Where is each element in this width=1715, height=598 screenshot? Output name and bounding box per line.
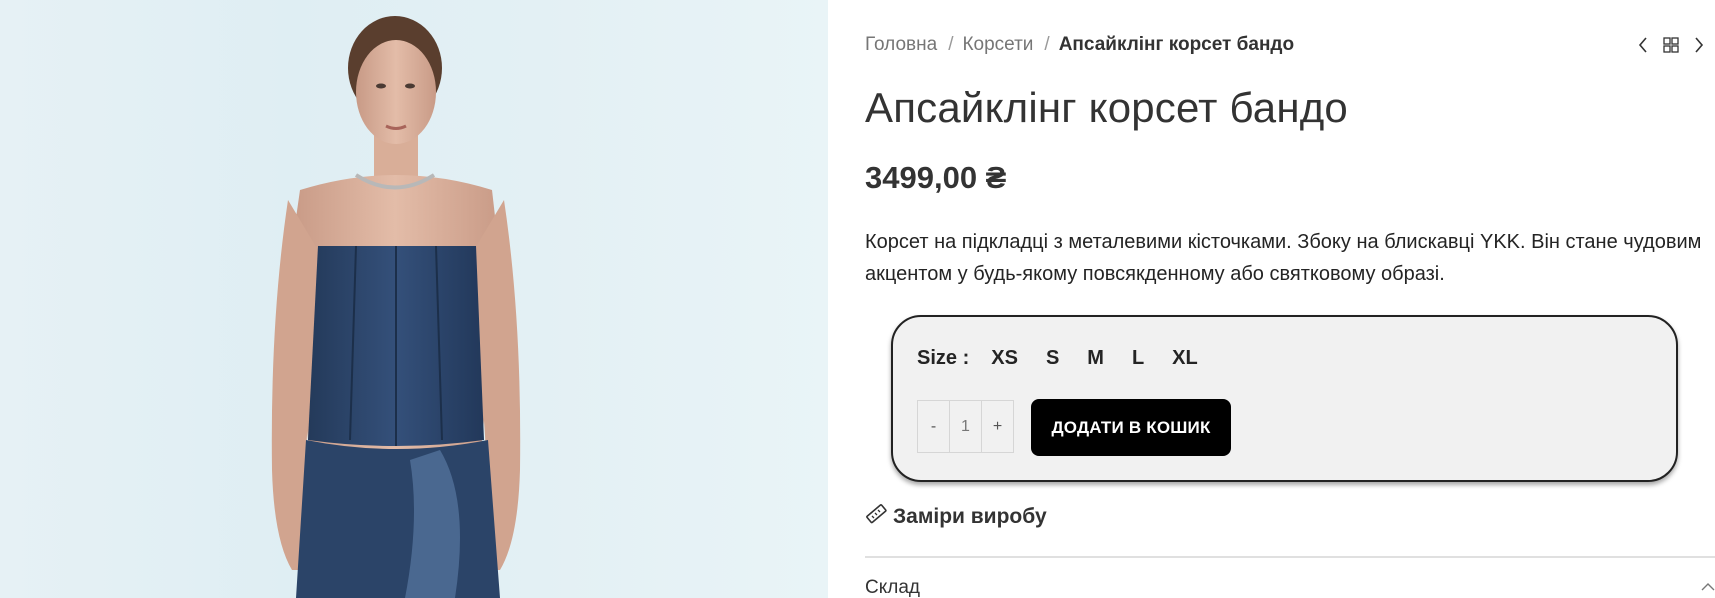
- breadcrumb-category-link[interactable]: Корсети: [962, 34, 1033, 56]
- ruler-icon: [865, 503, 887, 530]
- product-summary: Головна / Корсети / Апсайклінг корсет ба…: [865, 0, 1715, 598]
- measurements-link[interactable]: Заміри виробу: [865, 503, 1047, 530]
- quantity-input[interactable]: 1: [949, 401, 982, 452]
- add-to-cart-button[interactable]: ДОДАТИ В КОШИК: [1031, 399, 1231, 456]
- breadcrumb-home-link[interactable]: Головна: [865, 34, 937, 56]
- size-label: Size :: [917, 347, 970, 369]
- divider: [865, 556, 1715, 558]
- quantity-decrease-button[interactable]: -: [918, 401, 949, 452]
- size-option-xs[interactable]: XS: [991, 347, 1018, 370]
- product-navigation: [1635, 36, 1707, 54]
- size-option-m[interactable]: M: [1087, 347, 1104, 370]
- accordion-composition[interactable]: Склад: [865, 577, 1715, 598]
- size-option-xl[interactable]: XL: [1172, 347, 1198, 370]
- chevron-right-icon[interactable]: [1691, 36, 1707, 54]
- product-image[interactable]: [0, 0, 828, 598]
- chevron-up-icon: [1701, 579, 1715, 597]
- breadcrumb: Головна / Корсети / Апсайклінг корсет ба…: [865, 34, 1294, 56]
- model-illustration: [271, 16, 521, 598]
- breadcrumb-separator: /: [1044, 34, 1050, 55]
- size-selector: Size : XS S M L XL: [917, 347, 1226, 370]
- size-option-l[interactable]: L: [1132, 347, 1144, 370]
- accordion-label: Склад: [865, 577, 920, 598]
- measurements-label: Заміри виробу: [893, 504, 1047, 528]
- product-price: 3499,00 ₴: [865, 160, 1007, 195]
- breadcrumb-current: Апсайклінг корсет бандо: [1058, 34, 1295, 55]
- add-to-cart-box: Size : XS S M L XL - 1 + ДОДАТИ В КОШИК: [891, 315, 1678, 482]
- size-option-s[interactable]: S: [1046, 347, 1059, 370]
- chevron-left-icon[interactable]: [1635, 36, 1651, 54]
- quantity-stepper: - 1 +: [917, 400, 1014, 453]
- product-title: Апсайклінг корсет бандо: [865, 84, 1348, 131]
- quantity-increase-button[interactable]: +: [982, 401, 1013, 452]
- breadcrumb-separator: /: [948, 34, 954, 55]
- product-description: Корсет на підкладці з металевими кісточк…: [865, 231, 1702, 285]
- grid-icon[interactable]: [1663, 36, 1679, 54]
